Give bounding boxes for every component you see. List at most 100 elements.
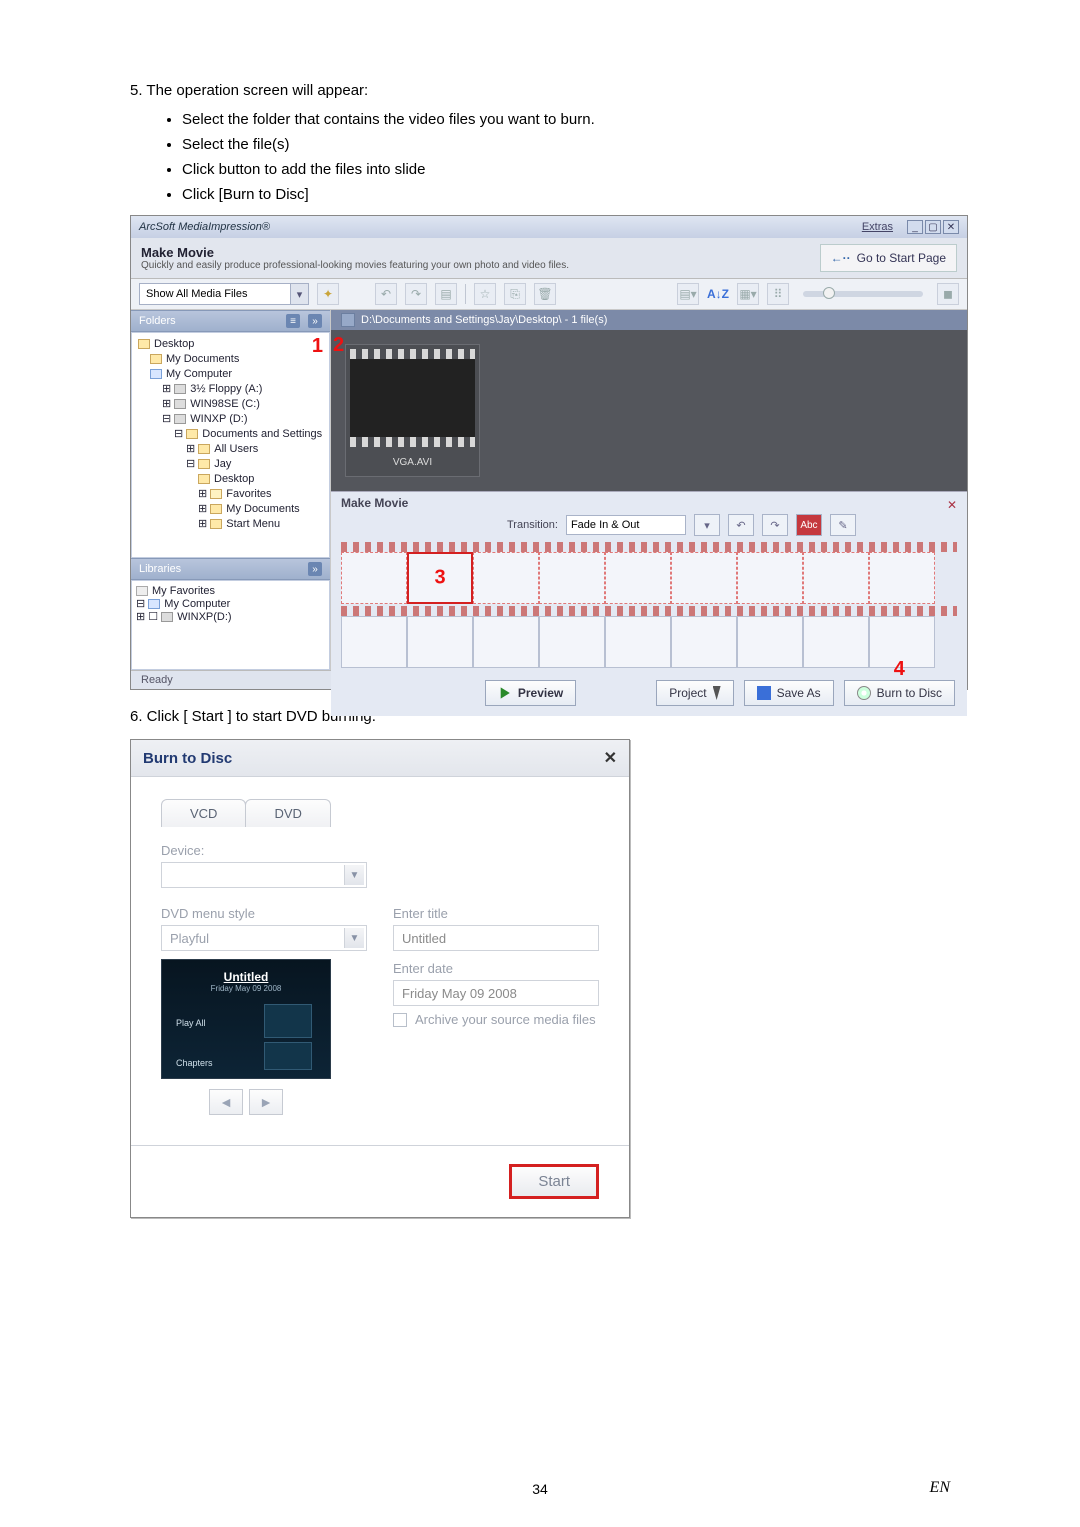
date-input[interactable]: Friday May 09 2008 xyxy=(393,980,599,1006)
save-icon xyxy=(757,686,771,700)
menu-style-select[interactable]: Playful▼ xyxy=(161,925,367,951)
extras-link[interactable]: Extras xyxy=(862,221,893,233)
minimize-icon[interactable]: _ xyxy=(907,220,923,234)
storyboard-slot[interactable] xyxy=(539,552,605,604)
media-filter-input[interactable] xyxy=(140,288,290,300)
storyboard-slot[interactable] xyxy=(671,616,737,668)
folders-header: Folders ≡ » xyxy=(131,310,330,332)
storyboard-slot[interactable] xyxy=(407,616,473,668)
storyboard-slot[interactable] xyxy=(605,616,671,668)
tree-node[interactable]: ⊟ Documents and Settings xyxy=(136,427,325,442)
storyboard-slot[interactable] xyxy=(341,616,407,668)
collapse-icon[interactable]: ≡ xyxy=(286,314,300,328)
tree-node[interactable]: ⊞ 3½ Floppy (A:) xyxy=(136,382,325,397)
batch-icon[interactable]: ▤ xyxy=(435,283,457,305)
header-subtitle: Quickly and easily produce professional-… xyxy=(141,260,820,271)
storyboard-row-1[interactable]: 3 xyxy=(341,552,957,604)
storyboard-slot[interactable] xyxy=(341,552,407,604)
project-button[interactable]: Project xyxy=(656,680,733,706)
tree-node[interactable]: My Documents xyxy=(136,352,325,367)
folder-icon xyxy=(341,313,355,327)
storyboard-slot[interactable] xyxy=(803,552,869,604)
transition-dropdown-icon[interactable]: ▾ xyxy=(694,514,720,536)
checkbox-icon[interactable] xyxy=(393,1013,407,1027)
thumb-size-slider[interactable] xyxy=(803,291,923,297)
text-overlay-button[interactable]: Abc xyxy=(796,514,822,536)
thumbnail-area[interactable]: 2 VGA.AVI xyxy=(331,330,967,491)
next-style-button[interactable]: ► xyxy=(249,1089,283,1115)
storyboard-slot[interactable] xyxy=(737,552,803,604)
thumb-size-icon[interactable]: ⠿ xyxy=(767,283,789,305)
separator xyxy=(465,284,466,304)
sort-az-button[interactable]: A↓Z xyxy=(707,287,729,301)
libraries-header: Libraries » xyxy=(131,558,330,580)
tree-node[interactable]: ⊞ Favorites xyxy=(136,487,325,502)
video-thumbnail[interactable]: VGA.AVI xyxy=(345,344,480,477)
thumbnail-caption: VGA.AVI xyxy=(346,451,479,476)
title-input[interactable]: Untitled xyxy=(393,925,599,951)
rotate-icon[interactable]: ↷ xyxy=(762,514,788,536)
prev-style-button[interactable]: ◄ xyxy=(209,1089,243,1115)
tag-icon[interactable]: ⎘ xyxy=(504,283,526,305)
start-button[interactable]: Start xyxy=(509,1164,599,1199)
close-icon[interactable]: ✕ xyxy=(947,498,957,512)
tree-node[interactable]: My Favorites xyxy=(136,585,325,597)
preview-button[interactable]: Preview xyxy=(485,680,576,706)
storyboard-slot[interactable] xyxy=(473,616,539,668)
device-select[interactable]: ▼ xyxy=(161,862,367,888)
rotate-left-icon[interactable]: ↶ xyxy=(375,283,397,305)
close-icon[interactable]: ✕ xyxy=(604,748,617,768)
storyboard-row-2[interactable] xyxy=(341,616,957,668)
tree-node[interactable]: ⊟ WINXP (D:) xyxy=(136,412,325,427)
expand-icon[interactable]: » xyxy=(308,562,322,576)
dialog-titlebar: Burn to Disc ✕ xyxy=(131,740,629,777)
close-icon[interactable]: ✕ xyxy=(943,220,959,234)
action-bar: Preview Project Save As 4 Burn to Disc xyxy=(331,670,967,716)
libraries-tree[interactable]: My Favorites ⊟ My Computer ⊞ ☐ WINXP(D:) xyxy=(131,580,330,670)
rotate-right-icon[interactable]: ↷ xyxy=(405,283,427,305)
header: Make Movie Quickly and easily produce pr… xyxy=(131,238,967,279)
expand-icon[interactable]: » xyxy=(308,314,322,328)
transition-select[interactable]: Fade In & Out xyxy=(566,515,686,535)
rotate-icon[interactable]: ↶ xyxy=(728,514,754,536)
tree-node[interactable]: ⊞ WIN98SE (C:) xyxy=(136,397,325,412)
wand-icon[interactable]: ✦ xyxy=(317,283,339,305)
storyboard-slot[interactable] xyxy=(539,616,605,668)
trash-icon[interactable]: 🗑 xyxy=(534,283,556,305)
save-as-button[interactable]: Save As xyxy=(744,680,834,706)
storyboard-slot[interactable] xyxy=(605,552,671,604)
tree-node[interactable]: Desktop xyxy=(136,337,325,352)
toolbar: ▾ ✦ ↶ ↷ ▤ ☆ ⎘ 🗑 ▤▾ A↓Z ▦▾ ⠿ ◼ xyxy=(131,279,967,310)
tree-node[interactable]: Desktop xyxy=(136,472,325,487)
burn-to-disc-button[interactable]: Burn to Disc xyxy=(844,680,955,706)
tree-node[interactable]: ⊞ Start Menu xyxy=(136,517,325,532)
tree-node[interactable]: My Computer xyxy=(136,367,325,382)
edit-icon[interactable]: ✎ xyxy=(830,514,856,536)
folder-tree[interactable]: 1 Desktop My Documents My Computer ⊞ 3½ … xyxy=(131,332,330,558)
group-icon[interactable]: ▦▾ xyxy=(737,283,759,305)
tree-node[interactable]: ⊟ My Computer xyxy=(136,597,325,610)
chevron-down-icon[interactable]: ▼ xyxy=(344,865,364,885)
callout-3: 3 xyxy=(434,567,445,590)
storyboard-slot[interactable] xyxy=(473,552,539,604)
storyboard-slot[interactable] xyxy=(737,616,803,668)
storyboard-slot-active[interactable]: 3 xyxy=(407,552,473,604)
storyboard-slot[interactable] xyxy=(803,616,869,668)
thumb-large-icon[interactable]: ◼ xyxy=(937,283,959,305)
tab-dvd[interactable]: DVD xyxy=(245,799,330,827)
tree-node[interactable]: ⊟ Jay xyxy=(136,457,325,472)
media-filter-combo[interactable]: ▾ xyxy=(139,283,309,305)
archive-checkbox[interactable]: Archive your source media files xyxy=(393,1012,599,1027)
tree-node[interactable]: ⊞ My Documents xyxy=(136,502,325,517)
maximize-icon[interactable]: ▢ xyxy=(925,220,941,234)
chevron-down-icon[interactable]: ▼ xyxy=(344,928,364,948)
chevron-down-icon[interactable]: ▾ xyxy=(290,284,308,304)
view-mode-icon[interactable]: ▤▾ xyxy=(677,283,699,305)
tab-vcd[interactable]: VCD xyxy=(161,799,246,827)
tree-node[interactable]: ⊞ ☐ WINXP(D:) xyxy=(136,610,325,623)
storyboard-slot[interactable] xyxy=(671,552,737,604)
tree-node[interactable]: ⊞ All Users xyxy=(136,442,325,457)
go-to-start-button[interactable]: ←·· Go to Start Page xyxy=(820,244,957,272)
storyboard-slot[interactable] xyxy=(869,552,935,604)
star-icon[interactable]: ☆ xyxy=(474,283,496,305)
